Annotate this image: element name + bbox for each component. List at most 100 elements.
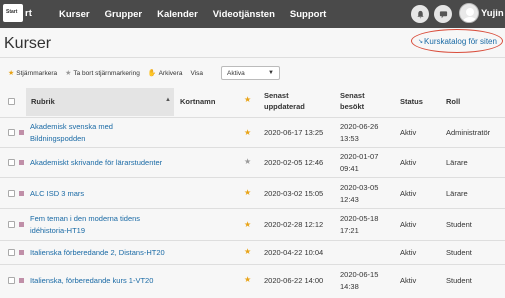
star-icon[interactable]: ★ <box>244 275 251 284</box>
course-catalog-link[interactable]: ↘ Kurskatalog för siten <box>418 37 497 46</box>
row-checkbox[interactable] <box>8 159 15 166</box>
header-roll[interactable]: Roll <box>446 96 460 107</box>
header-visited[interactable]: Senast besökt <box>340 90 365 112</box>
header-kortnamn[interactable]: Kortnamn <box>180 96 215 107</box>
visited-date: 2020-06-26 <box>340 122 379 131</box>
role-cell: Lärare <box>446 189 468 198</box>
course-name-line1: Italienska, förberedande kurs 1-VT20 <box>30 276 154 285</box>
select-all-checkbox[interactable] <box>8 98 15 105</box>
star-icon[interactable]: ★ <box>244 188 251 197</box>
avatar[interactable] <box>459 3 479 23</box>
logo-text: Start <box>6 9 18 15</box>
row-checkbox[interactable] <box>8 221 15 228</box>
visited-date: 2020-06-15 <box>340 270 379 279</box>
table-header: Rubrik ▲ Kortnamn ★ Senast uppdaterad Se… <box>0 88 505 117</box>
course-name-link[interactable]: Akademisk svenska med Bildningspodden <box>30 121 180 145</box>
star-icon[interactable]: ★ <box>244 128 251 137</box>
remove-star-button[interactable]: ★ Ta bort stjärnmarkering <box>65 69 140 78</box>
updated-cell: 2020-04-22 10:04 <box>264 248 324 257</box>
bell-icon[interactable] <box>411 5 429 23</box>
divider <box>0 57 505 58</box>
course-name-line2: Bildningspodden <box>30 134 86 143</box>
role-cell: Student <box>446 276 472 285</box>
remove-star-label: Ta bort stjärnmarkering <box>73 69 140 77</box>
star-icon[interactable]: ★ <box>244 220 251 229</box>
course-name-line1: ALC ISD 3 mars <box>30 189 85 198</box>
course-name-link[interactable]: Italienska förberedande 2, Distans-HT20 <box>30 247 240 259</box>
row-checkbox[interactable] <box>8 129 15 136</box>
visited-time: 13:53 <box>340 134 359 143</box>
role-cell: Administratör <box>446 128 491 137</box>
visited-cell: 2020-03-05 12:43 <box>340 182 378 206</box>
visited-cell: 2020-06-15 14:38 <box>340 269 378 293</box>
header-status[interactable]: Status <box>400 96 423 107</box>
chevron-down-icon: ▼ <box>268 70 274 76</box>
visited-time: 14:38 <box>340 282 359 291</box>
table-row: Akademiskt skrivande för lärarstudenter … <box>0 147 505 177</box>
filter-select[interactable]: Aktiva ▼ <box>221 66 280 80</box>
updated-cell: 2020-02-28 12:12 <box>264 220 324 229</box>
user-name[interactable]: Yujin <box>481 8 504 19</box>
row-checkbox[interactable] <box>8 249 15 256</box>
updated-cell: 2020-02-05 12:46 <box>264 158 324 167</box>
updated-cell: 2020-03-02 15:05 <box>264 189 324 198</box>
header-visited-line2: besökt <box>340 102 365 111</box>
course-flag-icon <box>19 191 24 196</box>
nav-item-kurser[interactable]: Kurser <box>59 9 90 20</box>
nav-item-support[interactable]: Support <box>290 9 326 20</box>
nav-item-kalender[interactable]: Kalender <box>157 9 198 20</box>
visited-cell: 2020-06-26 13:53 <box>340 121 378 145</box>
course-name-link[interactable]: Italienska, förberedande kurs 1-VT20 <box>30 275 240 287</box>
visited-date: 2020-01-07 <box>340 152 379 161</box>
visited-date: 2020-05-18 <box>340 214 379 223</box>
header-updated-line2: uppdaterad <box>264 102 305 111</box>
show-label: Visa <box>190 69 203 77</box>
visited-time: 12:43 <box>340 195 359 204</box>
nav-items: Kurser Grupper Kalender Videotjänsten Su… <box>59 0 341 28</box>
chat-icon[interactable] <box>434 5 452 23</box>
toolbar: ★ Stjärnmarkera ★ Ta bort stjärnmarkering … <box>8 67 211 79</box>
table-row: ALC ISD 3 mars ★ 2020-03-02 15:05 2020-0… <box>0 177 505 208</box>
course-catalog-label: Kurskatalog för siten <box>424 37 497 46</box>
role-cell: Student <box>446 248 472 257</box>
nav-item-grupper[interactable]: Grupper <box>105 9 142 20</box>
course-name-link[interactable]: ALC ISD 3 mars <box>30 188 180 200</box>
course-flag-icon <box>19 222 24 227</box>
course-name-line1: Akademisk svenska med <box>30 122 113 131</box>
header-updated[interactable]: Senast uppdaterad <box>264 90 305 112</box>
table-row: Italienska, förberedande kurs 1-VT20 ★ 2… <box>0 264 505 298</box>
course-name-link[interactable]: Akademiskt skrivande för lärarstudenter <box>30 157 230 169</box>
visited-cell: 2020-01-07 09:41 <box>340 151 378 175</box>
course-name-line2: idéhistoria-HT19 <box>30 226 86 235</box>
star-outline-icon: ★ <box>65 70 72 77</box>
visited-time: 09:41 <box>340 164 359 173</box>
nav-partial-label: rt <box>25 8 32 19</box>
status-cell: Aktiv <box>400 276 417 285</box>
course-flag-icon <box>19 130 24 135</box>
sort-asc-icon[interactable]: ▲ <box>165 97 171 103</box>
star-outline-icon[interactable]: ★ <box>244 157 251 166</box>
visited-time: 17:21 <box>340 226 359 235</box>
row-checkbox[interactable] <box>8 190 15 197</box>
nav-item-videotjansten[interactable]: Videotjänsten <box>213 9 275 20</box>
status-cell: Aktiv <box>400 189 417 198</box>
visited-cell: 2020-05-18 17:21 <box>340 213 378 237</box>
star-mark-label: Stjärnmarkera <box>16 69 58 77</box>
header-rubrik[interactable]: Rubrik <box>31 96 55 107</box>
updated-cell: 2020-06-17 13:25 <box>264 128 324 137</box>
top-navigation: Start rt Kurser Grupper Kalender Videotj… <box>0 0 505 28</box>
header-updated-line1: Senast <box>264 91 289 100</box>
course-name-line1: Italienska förberedande 2, Distans-HT20 <box>30 248 165 257</box>
star-mark-button[interactable]: ★ Stjärnmarkera <box>8 69 58 78</box>
course-name-line1: Fem teman i den moderna tidens <box>30 214 141 223</box>
role-cell: Lärare <box>446 158 468 167</box>
arrow-icon: ↘ <box>418 39 424 45</box>
course-flag-icon <box>19 250 24 255</box>
row-checkbox[interactable] <box>8 277 15 284</box>
header-star-icon[interactable]: ★ <box>244 95 251 104</box>
status-cell: Aktiv <box>400 128 417 137</box>
course-name-link[interactable]: Fem teman i den moderna tidens idéhistor… <box>30 213 180 237</box>
archive-button[interactable]: ✋ Arkivera <box>148 69 183 78</box>
star-icon[interactable]: ★ <box>244 247 251 256</box>
page-title: Kurser <box>4 35 52 52</box>
